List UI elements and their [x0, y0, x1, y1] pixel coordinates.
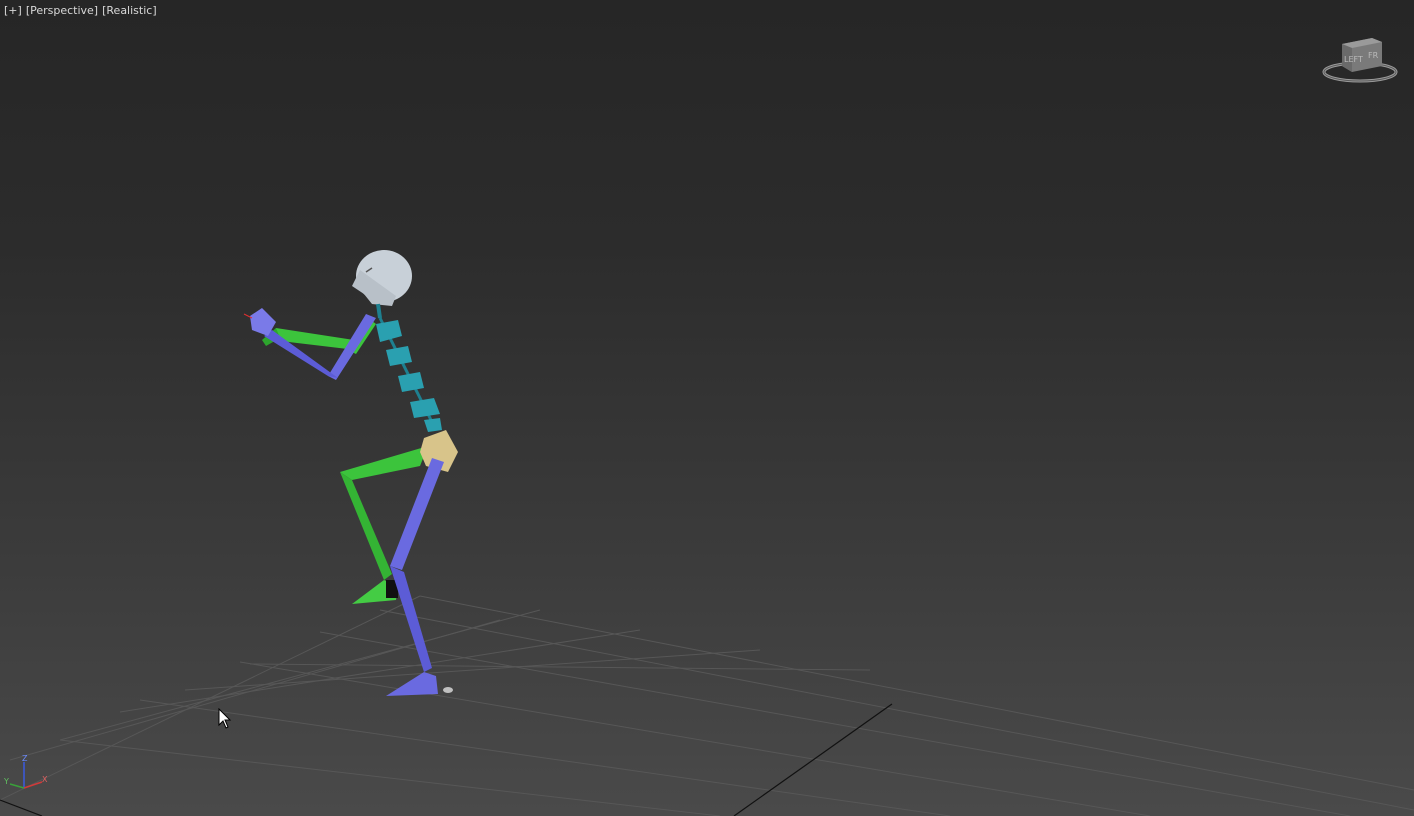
perspective-viewport[interactable]: [+] [Perspective] [Realistic] LEFT FR Z …: [0, 0, 1414, 816]
left-calf[interactable]: [340, 472, 392, 580]
axis-y-label: Y: [3, 777, 9, 786]
viewcube-front-face[interactable]: FR: [1368, 51, 1379, 60]
spine[interactable]: [376, 317, 442, 432]
scene-canvas[interactable]: [0, 0, 1414, 816]
head[interactable]: [352, 250, 412, 319]
axis-z-label: Z: [22, 754, 28, 763]
axis-x-label: X: [42, 775, 48, 784]
axis-tripod-icon: Z X Y: [3, 754, 48, 789]
viewcube-icon[interactable]: LEFT FR: [1320, 34, 1400, 86]
viewcube-left-face[interactable]: LEFT: [1344, 55, 1363, 64]
mouse-cursor-icon: [218, 708, 232, 729]
right-leg[interactable]: [386, 458, 453, 696]
left-thigh[interactable]: [340, 446, 428, 480]
world-axis-lines: [0, 703, 893, 816]
right-thigh[interactable]: [390, 458, 444, 570]
home-grid: [0, 595, 1414, 816]
